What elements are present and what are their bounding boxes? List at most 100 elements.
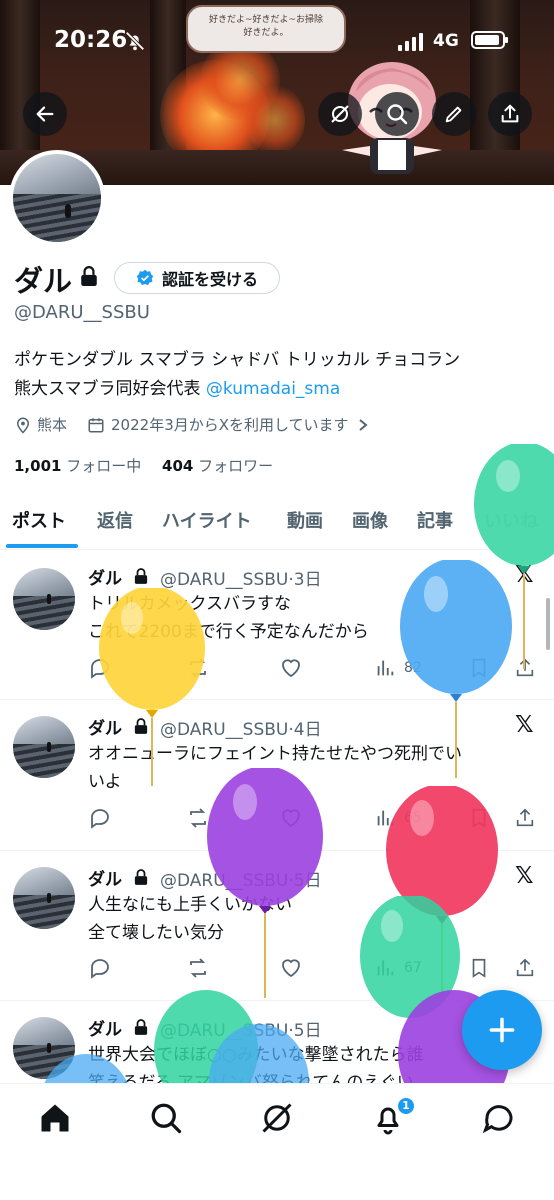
share-icon — [516, 658, 534, 677]
post-time: 3日 — [293, 570, 322, 590]
home-icon[interactable] — [37, 1100, 73, 1136]
share-icon — [516, 808, 534, 827]
share-icon — [516, 958, 534, 977]
views-button[interactable]: 67 — [374, 955, 422, 981]
messages-icon[interactable] — [481, 1100, 517, 1136]
tab-images[interactable]: 画像 — [352, 507, 388, 533]
post-author-name[interactable]: ダル — [88, 1015, 122, 1040]
post-time: 5日 — [293, 1021, 322, 1041]
share-post-button[interactable] — [514, 655, 536, 681]
reply-icon — [91, 809, 109, 829]
bookmark-button[interactable] — [468, 805, 490, 831]
search-button[interactable] — [375, 92, 419, 136]
share-post-button[interactable] — [514, 805, 536, 831]
post-text: 人生なにも上手くいかない 全て壊したい気分 — [88, 891, 548, 947]
repost-icon — [190, 658, 206, 678]
tab-likes[interactable]: いいね — [484, 507, 538, 533]
post-handle: @DARU__SSBU — [160, 871, 289, 891]
back-button[interactable] — [23, 92, 67, 136]
share-post-button[interactable] — [514, 955, 536, 981]
search-icon[interactable] — [148, 1100, 184, 1136]
reply-button[interactable] — [88, 955, 112, 981]
reply-button[interactable] — [88, 655, 112, 681]
lock-icon — [134, 568, 148, 584]
x-logo-icon: 𝕏 — [515, 562, 534, 588]
post-author-name[interactable]: ダル — [88, 865, 122, 890]
bio-mention-link[interactable]: @kumadai_sma — [206, 379, 340, 399]
chevron-right-icon[interactable] — [357, 418, 369, 432]
heart-icon — [282, 959, 300, 978]
post-text: トリルカメックスバラすな これで2200まで行く予定なんだから — [88, 590, 548, 646]
like-button[interactable] — [279, 805, 303, 831]
post-avatar[interactable] — [13, 1017, 75, 1079]
post-author-name[interactable]: ダル — [88, 564, 122, 589]
post-meta: @DARU__SSBU·5日 — [160, 1021, 322, 1041]
compose-post-button[interactable] — [462, 990, 542, 1070]
profile-avatar[interactable] — [9, 150, 105, 246]
search-icon — [387, 104, 408, 125]
post-avatar[interactable] — [13, 716, 75, 778]
tab-videos[interactable]: 動画 — [287, 507, 323, 533]
followers-count: 404 — [162, 457, 194, 475]
post-meta: @DARU__SSBU·5日 — [160, 871, 322, 891]
plus-icon — [489, 1017, 515, 1043]
x-logo-icon: 𝕏 — [515, 712, 534, 738]
post-avatar[interactable] — [13, 867, 75, 929]
profile-bio: ポケモンダブル スマブラ シャドバ トリッカル チョコラン 熊大スマブラ同好会代… — [14, 346, 554, 404]
edit-button[interactable] — [432, 92, 476, 136]
follow-stats: 1,001 フォロー中 404 フォロワー — [14, 455, 273, 476]
share-button[interactable] — [488, 92, 532, 136]
get-verified-button[interactable]: 認証を受ける — [114, 262, 280, 294]
repost-button[interactable] — [186, 655, 210, 681]
post-item[interactable]: ダル @DARU__SSBU·5日 𝕏 人生なにも上手くいかない 全て壊したい気… — [0, 851, 554, 1001]
post-item[interactable]: ダル @DARU__SSBU·4日 𝕏 オオニューラにフェイント持たせたやつ死刑… — [0, 700, 554, 851]
post-text-line1: オオニューラにフェイント持たせたやつ死刑でい — [88, 744, 462, 764]
arrow-left-icon — [36, 106, 54, 122]
like-button[interactable] — [279, 955, 303, 981]
repost-button[interactable] — [186, 955, 210, 981]
post-actions: 67 — [86, 955, 546, 981]
followers-label: フォロワー — [198, 457, 274, 475]
repost-button[interactable] — [186, 805, 210, 831]
bottom-navigation — [0, 1083, 554, 1200]
tab-highlights[interactable]: ハイライト — [162, 507, 252, 533]
post-author-name[interactable]: ダル — [88, 714, 122, 739]
post-text-line2: いよ — [88, 772, 122, 792]
post-item[interactable]: ダル @DARU__SSBU·3日 𝕏 トリルカメックスバラすな これで2200… — [0, 550, 554, 700]
bookmark-icon — [472, 658, 486, 678]
following-link[interactable]: 1,001 フォロー中 — [14, 457, 141, 475]
calendar-icon — [88, 417, 104, 432]
bookmark-button[interactable] — [468, 955, 490, 981]
location-pin-icon — [16, 417, 30, 434]
reply-icon — [91, 959, 109, 979]
scrollbar[interactable] — [546, 598, 550, 650]
tab-articles[interactable]: 記事 — [417, 507, 453, 533]
reply-icon — [91, 659, 109, 679]
following-label: フォロー中 — [66, 457, 142, 475]
post-actions: 82 — [86, 655, 546, 681]
signal-icon — [398, 33, 426, 51]
profile-meta: 熊本 2022年3月からXを利用しています — [14, 414, 369, 435]
view-count: 65 — [404, 810, 422, 826]
battery-icon — [471, 31, 508, 49]
bar-chart-icon — [377, 960, 394, 976]
bookmark-button[interactable] — [468, 655, 490, 681]
repost-icon — [190, 808, 206, 828]
views-button[interactable]: 82 — [374, 655, 422, 681]
tab-replies[interactable]: 返信 — [97, 507, 133, 533]
followers-link[interactable]: 404 フォロワー — [162, 457, 273, 475]
like-button[interactable] — [279, 655, 303, 681]
following-count: 1,001 — [14, 457, 62, 475]
views-button[interactable]: 65 — [374, 805, 422, 831]
bookmark-icon — [472, 808, 486, 828]
post-avatar[interactable] — [13, 568, 75, 630]
bio-line2: 熊大スマブラ同好会代表 — [14, 379, 206, 399]
post-handle: @DARU__SSBU — [160, 570, 289, 590]
bio-line1: ポケモンダブル スマブラ シャドバ トリッカル チョコラン — [14, 350, 461, 370]
grok-icon[interactable] — [259, 1100, 295, 1136]
profile-screen: 好きだよ~好きだよ~お掃除 好きだよ。 20:26 4G ダル 認証を受ける @… — [0, 0, 554, 1200]
tab-posts[interactable]: ポスト — [12, 507, 66, 533]
grok-button[interactable] — [318, 92, 362, 136]
reply-button[interactable] — [88, 805, 112, 831]
post-meta: @DARU__SSBU·4日 — [160, 720, 322, 740]
